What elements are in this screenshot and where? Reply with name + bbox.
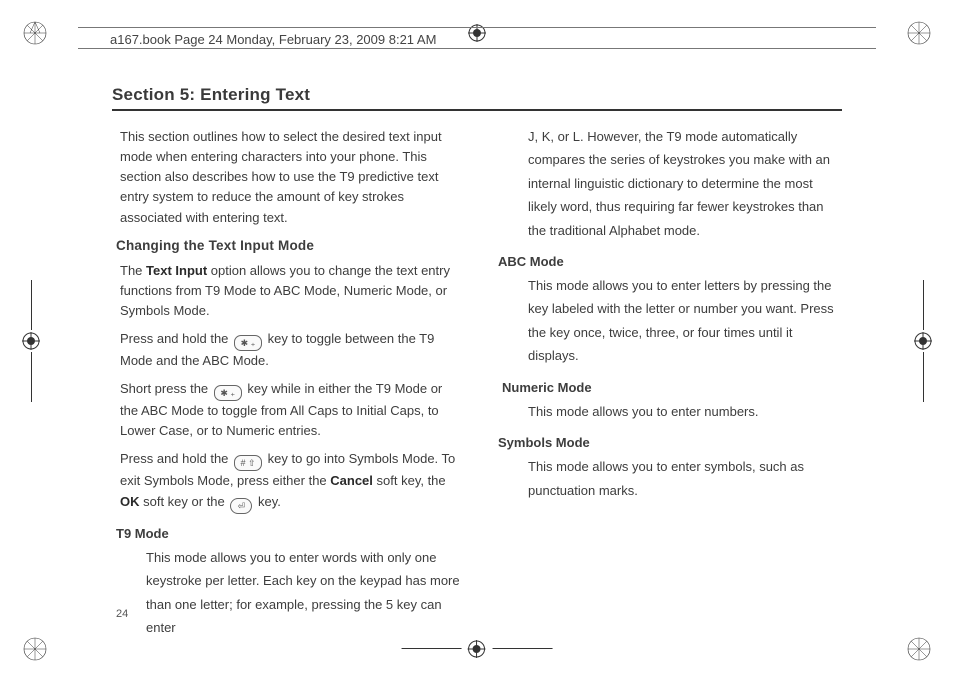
hash-key-icon: # ⇧: [234, 455, 262, 471]
crop-mark-icon: [22, 280, 40, 402]
mode-heading: Symbols Mode: [498, 433, 842, 453]
intro-paragraph: This section outlines how to select the …: [120, 127, 460, 228]
star-key-icon: ✱ ₊: [214, 385, 242, 401]
header-rule: [78, 27, 876, 28]
mode-heading: Numeric Mode: [502, 378, 842, 398]
paragraph: Press and hold the # ⇧ key to go into Sy…: [120, 449, 460, 513]
column-right: J, K, or L. However, the T9 mode automat…: [494, 121, 842, 643]
mode-heading: T9 Mode: [116, 524, 460, 544]
bold-term: OK: [120, 494, 140, 509]
page-number: 24: [116, 608, 128, 620]
bold-term: Cancel: [330, 473, 373, 488]
column-left: This section outlines how to select the …: [112, 121, 460, 643]
subheading: Changing the Text Input Mode: [116, 236, 460, 257]
star-key-icon: ✱ ₊: [234, 335, 262, 351]
mode-body: This mode allows you to enter words with…: [146, 546, 460, 640]
paragraph: Short press the ✱ ₊ key while in either …: [120, 379, 460, 441]
mode-body: This mode allows you to enter letters by…: [528, 274, 842, 368]
crop-mark-icon: [914, 280, 932, 402]
mode-heading: ABC Mode: [498, 252, 842, 272]
paragraph: The Text Input option allows you to chan…: [120, 261, 460, 321]
bold-term: Text Input: [146, 263, 207, 278]
mode-body: This mode allows you to enter numbers.: [528, 400, 842, 423]
page-header-meta: a167.book Page 24 Monday, February 23, 2…: [110, 30, 436, 49]
registration-mark-icon: [22, 20, 48, 46]
registration-mark-icon: [906, 636, 932, 662]
registration-mark-icon: [906, 20, 932, 46]
paragraph: Press and hold the ✱ ₊ key to toggle bet…: [120, 329, 460, 371]
round-key-icon: ⏎: [230, 498, 252, 514]
mode-body: This mode allows you to enter symbols, s…: [528, 455, 842, 502]
page-content: Section 5: Entering Text This section ou…: [112, 85, 842, 620]
header-rule: [78, 48, 876, 49]
section-title: Section 5: Entering Text: [112, 85, 842, 111]
mode-body: J, K, or L. However, the T9 mode automat…: [528, 125, 842, 242]
registration-mark-icon: [22, 636, 48, 662]
